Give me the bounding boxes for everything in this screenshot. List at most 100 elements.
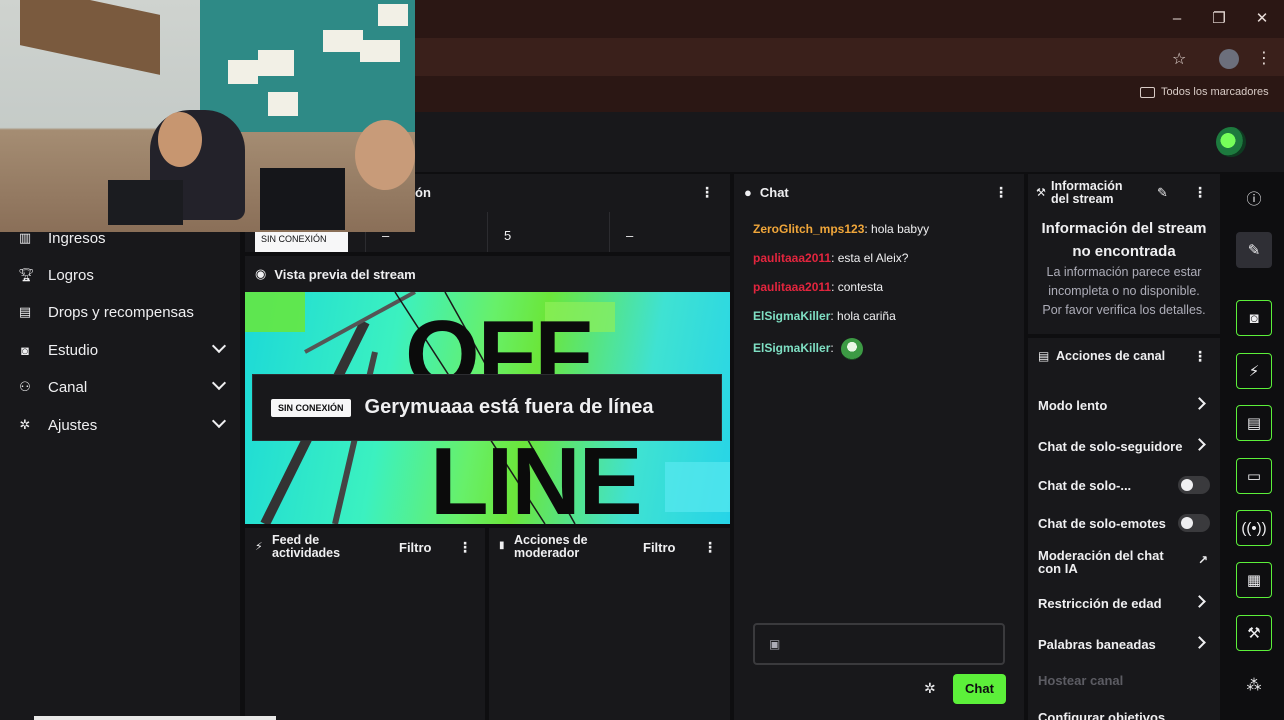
emotes-only-toggle[interactable] bbox=[1178, 514, 1210, 532]
action-label: Chat de solo-... bbox=[1038, 477, 1132, 493]
revenue-icon: ▥ bbox=[18, 230, 32, 245]
action-subs-only[interactable]: Chat de solo-... bbox=[1038, 473, 1210, 497]
info-icon[interactable]: ⓘ bbox=[1236, 180, 1272, 216]
stats-panel-title: ón bbox=[415, 185, 431, 200]
kebab-icon[interactable]: ⋮ bbox=[458, 539, 472, 556]
bolt-icon: ⚡︎ bbox=[255, 541, 263, 553]
nav-label: Drops y recompensas bbox=[48, 303, 194, 321]
restore-icon[interactable]: ❐ bbox=[1208, 8, 1230, 30]
chat-username[interactable]: paulitaaa2011 bbox=[753, 251, 831, 265]
nav-label: Canal bbox=[48, 378, 88, 396]
kebab-icon[interactable]: ⋮ bbox=[700, 184, 714, 201]
chat-username[interactable]: ElSigmaKiller bbox=[753, 341, 830, 355]
left-nav bbox=[0, 172, 240, 720]
action-followers-only[interactable]: Chat de solo-seguidore bbox=[1038, 434, 1210, 458]
lock-icon: ▣ bbox=[769, 637, 781, 651]
kebab-icon[interactable]: ⋮ bbox=[1256, 48, 1272, 68]
kebab-icon[interactable]: ⋮ bbox=[1193, 184, 1207, 201]
mod-actions-title: Acciones de moderador bbox=[514, 533, 588, 560]
horizontal-scrollbar[interactable] bbox=[34, 716, 276, 720]
nav-label: Ajustes bbox=[48, 416, 98, 434]
chat-title: Chat bbox=[759, 184, 789, 200]
action-slow-mode[interactable]: Modo lento bbox=[1038, 393, 1210, 417]
chevron-down-icon bbox=[211, 338, 227, 354]
chat-message: paulitaaa2011: esta el Aleix? bbox=[753, 251, 908, 265]
action-host-channel: Hostear canal bbox=[1038, 668, 1210, 692]
nav-item-ajustes[interactable]: ✲ Ajustes bbox=[18, 410, 228, 440]
profile-avatar[interactable] bbox=[1219, 49, 1239, 69]
chevron-right-icon bbox=[1193, 595, 1206, 608]
close-icon[interactable]: ✕ bbox=[1251, 8, 1273, 30]
nav-item-estudio[interactable]: ◙ Estudio bbox=[18, 335, 228, 365]
action-label: Chat de solo-seguidore bbox=[1038, 438, 1183, 454]
wrench-icon: ⚒ bbox=[1036, 187, 1046, 199]
chat-message: paulitaaa2011: contesta bbox=[753, 280, 883, 294]
camera-icon[interactable]: ◙ bbox=[1236, 300, 1272, 336]
minimize-icon[interactable]: – bbox=[1166, 8, 1188, 30]
chat-username[interactable]: ZeroGlitch_mps123 bbox=[753, 222, 864, 236]
broadcast-icon[interactable]: ((•)) bbox=[1236, 510, 1272, 546]
preview-header: ◉ Vista previa del stream bbox=[245, 256, 730, 292]
kebab-icon[interactable]: ⋮ bbox=[1193, 348, 1207, 365]
action-label: Hostear canal bbox=[1038, 672, 1124, 688]
filter-button[interactable]: Filtro bbox=[399, 540, 432, 555]
chat-send-button[interactable]: Chat bbox=[953, 674, 1006, 704]
nav-label: Logros bbox=[48, 266, 94, 284]
stream-info-title: Información del stream bbox=[1051, 179, 1123, 206]
stat-cell: – bbox=[609, 212, 730, 252]
layout-icon[interactable]: ▦ bbox=[1236, 562, 1272, 598]
user-avatar[interactable] bbox=[1216, 127, 1246, 157]
pencil-icon[interactable]: ✎ bbox=[1157, 185, 1168, 201]
subs-only-toggle[interactable] bbox=[1178, 476, 1210, 494]
activity-feed-title: Feed de actividades bbox=[272, 533, 341, 560]
chat-bubble-icon[interactable]: ▭ bbox=[1236, 458, 1272, 494]
nav-item-drops[interactable]: ▤ Drops y recompensas bbox=[18, 297, 228, 327]
document-icon[interactable]: ▤ bbox=[1236, 405, 1272, 441]
bolt-icon[interactable]: ⚡︎ bbox=[1236, 353, 1272, 389]
wrench-icon[interactable]: ⚒ bbox=[1236, 615, 1272, 651]
gear-icon[interactable]: ✲ bbox=[924, 680, 936, 697]
bookmarks-folder[interactable]: Todos los marcadores bbox=[1140, 86, 1269, 98]
chat-username[interactable]: paulitaaa2011 bbox=[753, 280, 831, 294]
stream-info-description: La información parece estar incompleta o… bbox=[1042, 265, 1206, 317]
chevron-right-icon bbox=[1193, 397, 1206, 410]
studio-icon: ◙ bbox=[21, 342, 29, 358]
chat-text: : bbox=[830, 341, 834, 356]
list-icon: ▤ bbox=[1038, 349, 1050, 363]
action-age-restriction[interactable]: Restricción de edad bbox=[1038, 591, 1210, 615]
emote-icon bbox=[841, 338, 864, 360]
action-emotes-only[interactable]: Chat de solo-emotes bbox=[1038, 511, 1210, 535]
bookmarks-folder-label: Todos los marcadores bbox=[1161, 86, 1269, 98]
kebab-icon[interactable]: ⋮ bbox=[703, 539, 717, 556]
folder-icon bbox=[1140, 86, 1155, 98]
mod-actions-panel: ▮ Acciones de moderador Filtro ⋮ bbox=[489, 528, 730, 720]
action-label: Restricción de edad bbox=[1038, 595, 1162, 611]
nav-item-canal[interactable]: ⚇ Canal bbox=[18, 372, 228, 402]
drops-icon: ▤ bbox=[18, 304, 32, 319]
nav-label: Ingresos bbox=[48, 229, 106, 247]
action-label: Palabras baneadas bbox=[1038, 636, 1156, 652]
chat-message: ElSigmaKiller: bbox=[753, 338, 864, 360]
action-label: Configurar objetivos bbox=[1038, 709, 1166, 720]
chevron-right-icon bbox=[1193, 636, 1206, 649]
dots-icon[interactable]: ⁂ bbox=[1236, 667, 1272, 703]
action-ai-moderation[interactable]: Moderación del chat con IA ↗ bbox=[1038, 546, 1210, 578]
chat-bubble-icon: ● bbox=[744, 184, 752, 200]
chat-message: ElSigmaKiller: hola cariña bbox=[753, 309, 896, 323]
action-banned-words[interactable]: Palabras baneadas bbox=[1038, 632, 1210, 656]
star-icon[interactable]: ☆ bbox=[1172, 49, 1186, 69]
chat-input[interactable]: ▣ bbox=[753, 623, 1005, 665]
chat-text: : contesta bbox=[831, 280, 884, 294]
preview-panel: ◉ Vista previa del stream bbox=[245, 256, 730, 292]
webcam-overlay bbox=[0, 0, 415, 232]
nav-label: Estudio bbox=[48, 341, 99, 359]
action-goals[interactable]: Configurar objetivos bbox=[1038, 702, 1210, 720]
filter-button[interactable]: Filtro bbox=[643, 540, 676, 555]
preview-bg-word: LINE bbox=[430, 428, 643, 524]
chat-username[interactable]: ElSigmaKiller bbox=[753, 309, 830, 323]
nav-item-logros[interactable]: 🏆︎ Logros bbox=[18, 260, 228, 290]
action-label: Moderación del chat con IA bbox=[1038, 548, 1164, 576]
shield-icon: ▮ bbox=[499, 540, 505, 551]
pencil-icon[interactable]: ✎ bbox=[1236, 232, 1272, 268]
kebab-icon[interactable]: ⋮ bbox=[994, 184, 1008, 201]
